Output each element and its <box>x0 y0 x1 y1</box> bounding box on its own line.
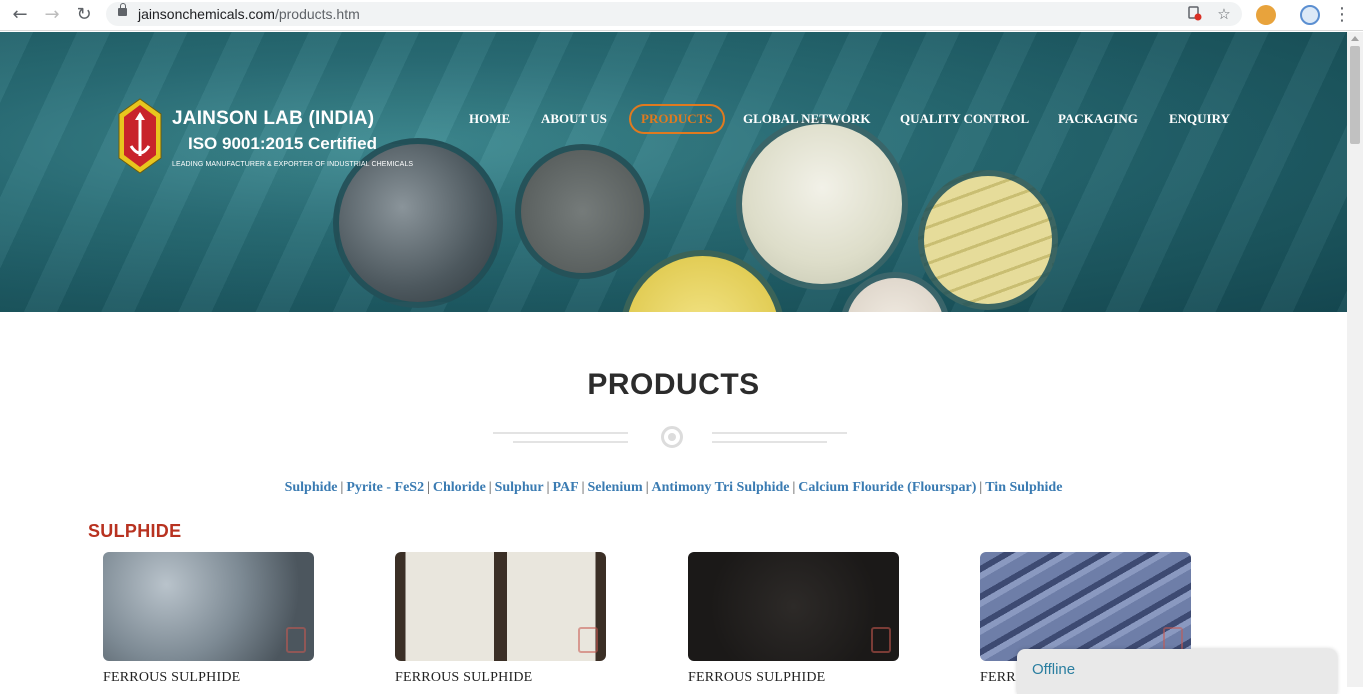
hero-banner: JAINSON LAB (INDIA) ISO 9001:2015 Certif… <box>0 32 1347 312</box>
chat-status[interactable]: Offline <box>1032 661 1075 678</box>
lock-icon <box>118 3 127 16</box>
divider-line <box>712 432 847 434</box>
product-name[interactable]: FERROUS SULPHIDE <box>103 670 240 686</box>
profile-avatar[interactable] <box>1300 5 1320 25</box>
product-image[interactable] <box>980 552 1191 661</box>
product-image-powder-grey <box>515 144 650 279</box>
product-image[interactable] <box>395 552 606 661</box>
blocked-popup-icon[interactable] <box>1185 5 1203 23</box>
product-name[interactable]: FERROUS SULPHIDE <box>395 670 532 686</box>
page-scrollbar[interactable] <box>1347 32 1363 687</box>
category-link-paf[interactable]: PAF <box>552 480 578 495</box>
category-link-sulphur[interactable]: Sulphur <box>495 480 544 495</box>
nav-about-us[interactable]: ABOUT US <box>541 111 607 127</box>
product-image-sticks <box>918 170 1058 310</box>
company-logo-icon <box>118 98 162 174</box>
divider-line <box>513 441 628 443</box>
product-image[interactable] <box>103 552 314 661</box>
logo-iso: ISO 9001:2015 Certified <box>188 134 377 153</box>
category-link-pyrite[interactable]: Pyrite - FeS2 <box>346 480 424 495</box>
section-heading: SULPHIDE <box>88 521 182 541</box>
nav-enquiry[interactable]: ENQUIRY <box>1169 111 1230 127</box>
page-title: PRODUCTS <box>587 368 760 401</box>
scroll-up-icon[interactable] <box>1351 36 1359 41</box>
product-name[interactable]: FERR <box>980 670 1016 686</box>
logo-title: JAINSON LAB (INDIA) <box>172 108 375 129</box>
scroll-thumb[interactable] <box>1350 46 1360 144</box>
category-links: Sulphide | Pyrite - FeS2 | Chloride | Sulphur |… <box>284 480 1063 495</box>
url-domain: jainsonchemicals.com <box>138 6 275 22</box>
url-text: jainsonchemicals.com/products.htm <box>138 6 360 22</box>
category-link-calcium-flouride[interactable]: Calcium Flouride (Flourspar) <box>798 480 976 495</box>
divider-line <box>712 441 827 443</box>
divider-target-icon <box>661 426 683 448</box>
browser-toolbar: ← → ↻ jainsonchemicals.com/products.htm … <box>0 0 1363 31</box>
reload-icon[interactable]: ↻ <box>72 4 96 26</box>
address-bar[interactable]: jainsonchemicals.com/products.htm ☆ <box>106 2 1242 26</box>
product-name[interactable]: FERROUS SULPHIDE <box>688 670 825 686</box>
extension-icon[interactable] <box>1256 5 1276 25</box>
nav-home[interactable]: HOME <box>469 111 510 127</box>
chat-widget[interactable]: Offline <box>1017 649 1337 694</box>
product-image[interactable] <box>688 552 899 661</box>
url-path: /products.htm <box>274 6 360 22</box>
nav-quality-control[interactable]: QUALITY CONTROL <box>900 111 1029 127</box>
nav-packaging[interactable]: PACKAGING <box>1058 111 1138 127</box>
category-link-sulphide[interactable]: Sulphide <box>285 480 338 495</box>
back-arrow-icon[interactable]: ← <box>8 4 32 26</box>
more-menu-icon[interactable]: ⋮ <box>1330 4 1354 26</box>
forward-arrow-icon[interactable]: → <box>40 4 64 26</box>
category-link-chloride[interactable]: Chloride <box>433 480 486 495</box>
logo-tagline: LEADING MANUFACTURER & EXPORTER OF INDUS… <box>172 161 414 168</box>
star-icon[interactable]: ☆ <box>1215 5 1233 23</box>
watermark-logo-icon <box>286 627 306 653</box>
watermark-logo-icon <box>578 627 598 653</box>
product-image-powder-white <box>736 118 908 290</box>
category-link-tin-sulphide[interactable]: Tin Sulphide <box>985 480 1062 495</box>
category-link-antimony[interactable]: Antimony Tri Sulphide <box>652 480 790 495</box>
divider-line <box>493 432 628 434</box>
watermark-logo-icon <box>871 627 891 653</box>
nav-products[interactable]: PRODUCTS <box>629 104 725 134</box>
nav-global-network[interactable]: GLOBAL NETWORK <box>743 111 871 127</box>
category-link-selenium[interactable]: Selenium <box>587 480 642 495</box>
